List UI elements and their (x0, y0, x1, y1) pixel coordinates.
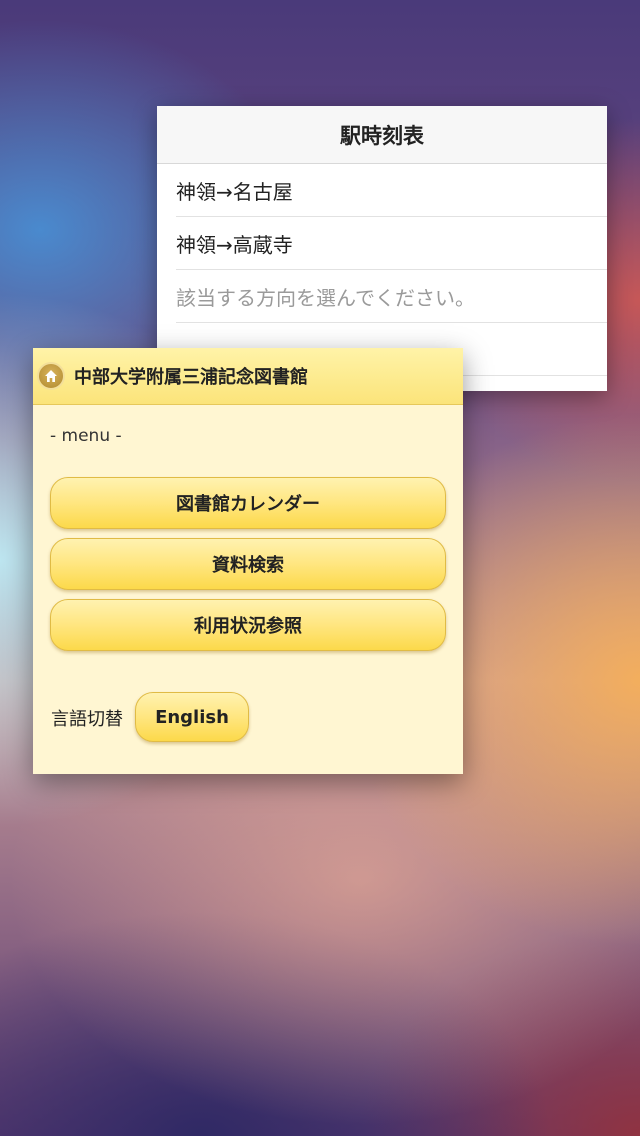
library-calendar-button[interactable]: 図書館カレンダー (50, 477, 446, 529)
route-nagoya[interactable]: 神領→名古屋 (176, 164, 607, 217)
library-app-card: 中部大学附属三浦記念図書館 - menu - 図書館カレンダー 資料検索 利用状… (33, 348, 463, 774)
english-button[interactable]: English (135, 692, 249, 742)
route-kozoji[interactable]: 神領→高蔵寺 (176, 217, 607, 270)
timetable-title: 駅時刻表 (157, 106, 607, 164)
menu-label: - menu - (50, 426, 122, 446)
usage-status-button[interactable]: 利用状況参照 (50, 599, 446, 651)
language-switch-label: 言語切替 (51, 709, 123, 730)
direction-hint: 該当する方向を選んでください。 (176, 270, 607, 323)
library-header: 中部大学附属三浦記念図書館 (33, 348, 463, 405)
material-search-button[interactable]: 資料検索 (50, 538, 446, 590)
home-icon (45, 370, 57, 382)
home-button[interactable] (37, 362, 65, 390)
library-title: 中部大学附属三浦記念図書館 (74, 367, 308, 388)
